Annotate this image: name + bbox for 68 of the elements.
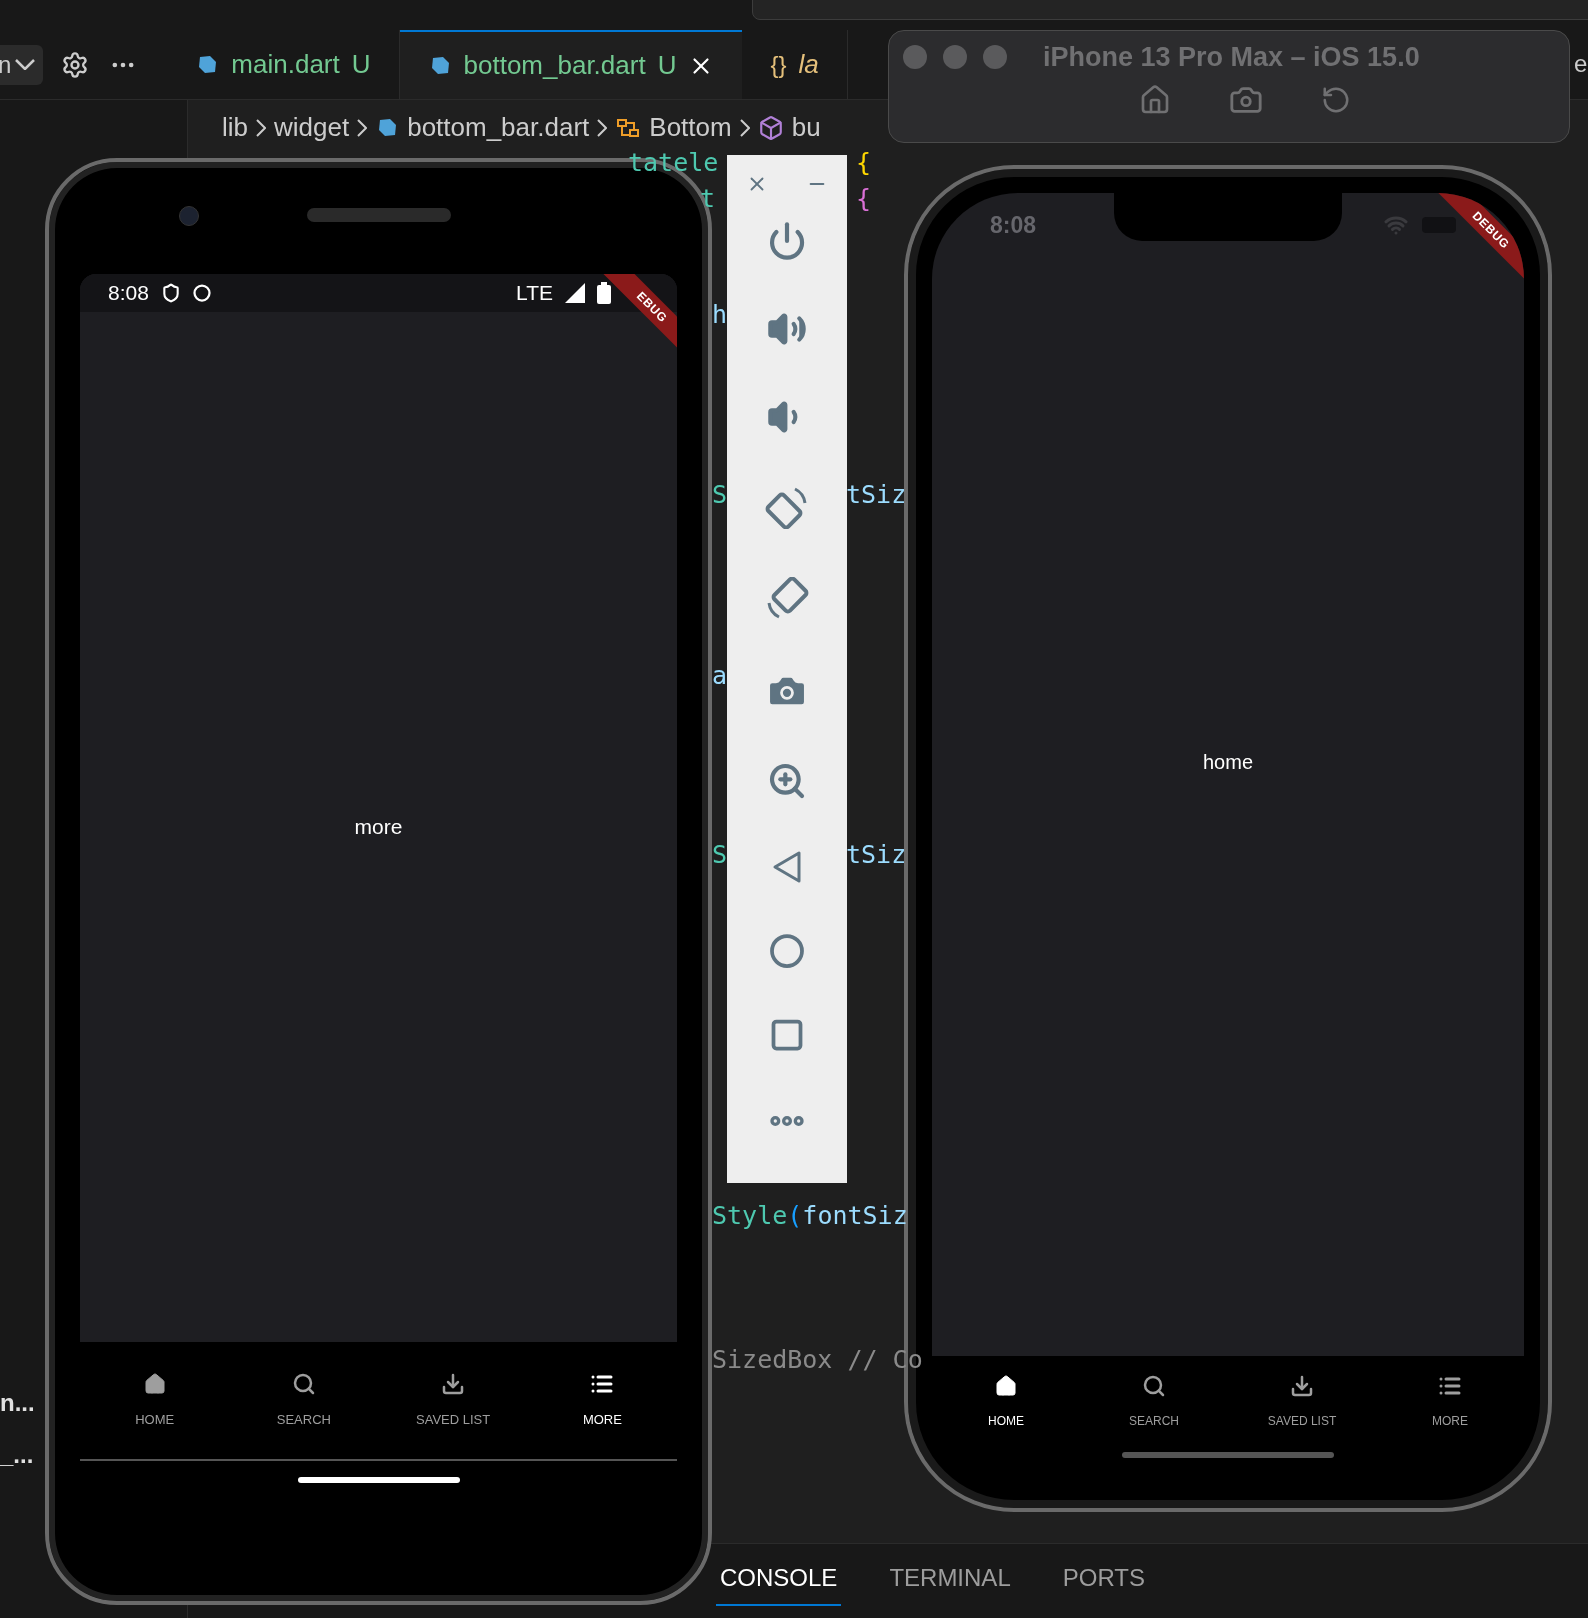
code-text: t xyxy=(700,184,716,214)
window-control[interactable] xyxy=(983,45,1007,69)
home-icon xyxy=(994,1374,1018,1398)
braces-icon: {} xyxy=(770,46,787,83)
chevron-down-icon xyxy=(15,59,36,70)
panel-tab[interactable]: CONSOLE xyxy=(716,1560,842,1606)
battery-icon xyxy=(597,282,611,304)
breadcrumb-item[interactable]: Bottom xyxy=(649,108,732,147)
window-title: iPhone 13 Pro Max – iOS 15.0 xyxy=(1043,40,1420,74)
camera-icon xyxy=(179,206,199,226)
code-text: S xyxy=(712,840,728,870)
editor-tab[interactable]: bottom_bar.dart U xyxy=(399,30,743,99)
code-text: tSiz xyxy=(846,480,907,510)
nav-tab[interactable]: HOME xyxy=(80,1363,230,1438)
chevron-right-icon xyxy=(256,118,266,137)
overview-icon[interactable] xyxy=(769,1017,805,1053)
shield-icon xyxy=(160,283,181,303)
code-text: tatele xyxy=(628,148,719,178)
rotate-icon[interactable] xyxy=(1321,85,1351,115)
power-icon[interactable] xyxy=(767,221,807,261)
download-icon xyxy=(1290,1374,1314,1398)
page-label: more xyxy=(354,814,403,841)
window-control[interactable] xyxy=(903,45,927,69)
status-time: 8:08 xyxy=(990,210,1037,240)
breadcrumb-item[interactable]: bu xyxy=(791,108,821,147)
code-text: { xyxy=(856,184,872,214)
chevron-right-icon xyxy=(597,118,608,137)
view-dropdown[interactable]: n xyxy=(0,44,44,85)
panel-tab[interactable]: PORTS xyxy=(1058,1560,1149,1606)
status-time: 8:08 xyxy=(108,280,149,307)
partial-text: e xyxy=(1574,50,1588,77)
code-text: Style(fontSiz xyxy=(712,1201,908,1231)
code-text: S xyxy=(712,480,728,510)
nav-tab[interactable]: SAVED LIST xyxy=(378,1363,528,1438)
search-icon xyxy=(291,1371,316,1396)
signal-icon xyxy=(565,283,585,303)
panel-tab[interactable]: TERMINAL xyxy=(885,1560,1015,1606)
rotate-left-icon[interactable] xyxy=(765,485,809,529)
code-text: tSiz xyxy=(846,840,907,870)
chevron-right-icon xyxy=(739,118,750,137)
nav-tab[interactable]: SEARCH xyxy=(229,1363,379,1438)
network-type: LTE xyxy=(516,280,553,307)
nav-tab[interactable]: MORE xyxy=(527,1363,677,1438)
download-icon xyxy=(441,1371,466,1396)
search-icon xyxy=(1142,1374,1166,1398)
home-icon[interactable] xyxy=(1139,84,1171,116)
sidebar-item[interactable]: n... xyxy=(0,1385,35,1421)
code-text: { xyxy=(856,148,872,178)
settings-icon[interactable] xyxy=(61,50,90,79)
chevron-right-icon xyxy=(357,118,368,137)
status-icon xyxy=(192,284,211,302)
home-icon xyxy=(142,1371,167,1396)
breadcrumb-item[interactable]: lib xyxy=(222,108,248,147)
rotate-right-icon[interactable] xyxy=(765,577,809,621)
nav-tab[interactable]: SAVED LIST xyxy=(1228,1366,1376,1438)
code-text: h xyxy=(712,300,728,330)
sidebar-item[interactable]: _... xyxy=(0,1437,35,1473)
cube-icon xyxy=(757,114,784,141)
nav-tab[interactable]: SEARCH xyxy=(1080,1366,1228,1438)
zoom-in-icon[interactable] xyxy=(767,761,807,801)
code-text: a xyxy=(712,661,728,691)
page-label: home xyxy=(1203,749,1253,775)
window-control[interactable] xyxy=(943,45,967,69)
home-button-icon[interactable] xyxy=(769,933,805,969)
breadcrumb-item[interactable]: bottom_bar.dart xyxy=(407,108,590,147)
nav-tab[interactable]: HOME xyxy=(932,1366,1080,1438)
breadcrumb-item[interactable]: widget xyxy=(274,108,350,147)
nav-tab[interactable]: MORE xyxy=(1376,1366,1524,1438)
